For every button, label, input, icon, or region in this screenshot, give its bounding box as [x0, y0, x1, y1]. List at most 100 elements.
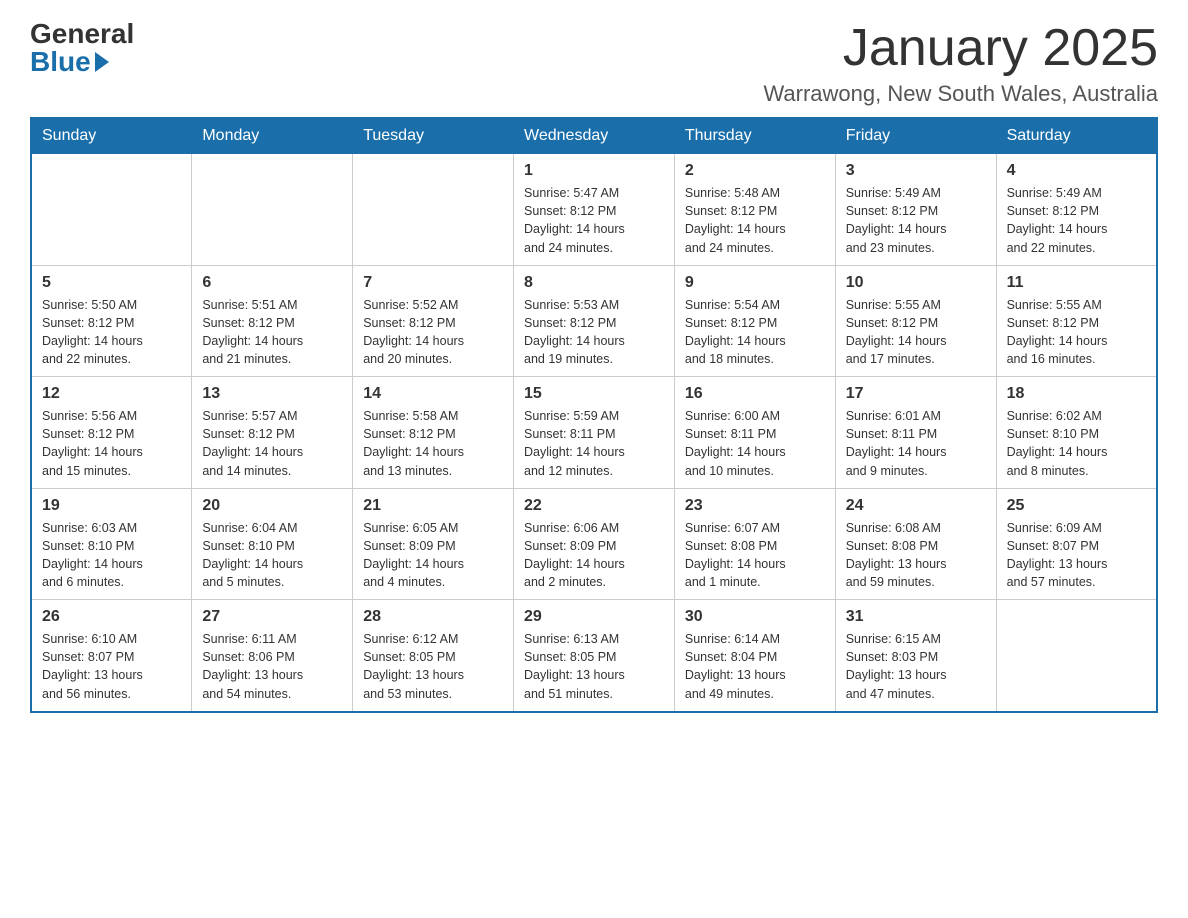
day-number: 14 [363, 385, 503, 403]
day-number: 28 [363, 608, 503, 626]
calendar-day-cell: 10 Sunrise: 5:55 AM Sunset: 8:12 PM Dayli… [835, 265, 996, 377]
day-number: 4 [1007, 162, 1146, 180]
day-info: Sunrise: 6:08 AM Sunset: 8:08 PM Dayligh… [846, 519, 986, 592]
calendar-day-cell: 25 Sunrise: 6:09 AM Sunset: 8:07 PM Dayli… [996, 488, 1157, 600]
week-row: 12 Sunrise: 5:56 AM Sunset: 8:12 PM Dayli… [31, 377, 1157, 489]
day-info: Sunrise: 6:14 AM Sunset: 8:04 PM Dayligh… [685, 630, 825, 703]
day-info: Sunrise: 6:04 AM Sunset: 8:10 PM Dayligh… [202, 519, 342, 592]
calendar-header: SundayMondayTuesdayWednesdayThursdayFrid… [31, 118, 1157, 154]
day-info: Sunrise: 5:59 AM Sunset: 8:11 PM Dayligh… [524, 407, 664, 480]
day-info: Sunrise: 6:05 AM Sunset: 8:09 PM Dayligh… [363, 519, 503, 592]
day-of-week-header: Monday [192, 118, 353, 154]
day-of-week-header: Friday [835, 118, 996, 154]
day-info: Sunrise: 6:07 AM Sunset: 8:08 PM Dayligh… [685, 519, 825, 592]
week-row: 19Sunrise: 6:03 AM Sunset: 8:10 PM Dayli… [31, 488, 1157, 600]
day-info: Sunrise: 6:01 AM Sunset: 8:11 PM Dayligh… [846, 407, 986, 480]
calendar-day-cell: 17Sunrise: 6:01 AM Sunset: 8:11 PM Dayli… [835, 377, 996, 489]
day-info: Sunrise: 6:15 AM Sunset: 8:03 PM Dayligh… [846, 630, 986, 703]
logo-general: General [30, 20, 134, 48]
calendar-day-cell: 24 Sunrise: 6:08 AM Sunset: 8:08 PM Dayli… [835, 488, 996, 600]
calendar-day-cell: 13 Sunrise: 5:57 AM Sunset: 8:12 PM Dayli… [192, 377, 353, 489]
page-header: General Blue January 2025 Warrawong, New… [30, 20, 1158, 107]
calendar-title: January 2025 [763, 20, 1158, 77]
day-number: 11 [1007, 274, 1146, 292]
day-number: 12 [42, 385, 181, 403]
calendar-day-cell: 5 Sunrise: 5:50 AM Sunset: 8:12 PM Daylig… [31, 265, 192, 377]
calendar-location: Warrawong, New South Wales, Australia [763, 81, 1158, 107]
calendar-day-cell: 30 Sunrise: 6:14 AM Sunset: 8:04 PM Dayli… [674, 600, 835, 712]
day-info: Sunrise: 6:06 AM Sunset: 8:09 PM Dayligh… [524, 519, 664, 592]
day-number: 25 [1007, 497, 1146, 515]
day-info: Sunrise: 6:11 AM Sunset: 8:06 PM Dayligh… [202, 630, 342, 703]
day-info: Sunrise: 5:49 AM Sunset: 8:12 PM Dayligh… [1007, 184, 1146, 257]
day-info: Sunrise: 6:10 AM Sunset: 8:07 PM Dayligh… [42, 630, 181, 703]
day-of-week-header: Sunday [31, 118, 192, 154]
calendar-day-cell [996, 600, 1157, 712]
week-row: 1Sunrise: 5:47 AM Sunset: 8:12 PM Daylig… [31, 154, 1157, 266]
day-info: Sunrise: 5:51 AM Sunset: 8:12 PM Dayligh… [202, 296, 342, 369]
calendar-day-cell: 7Sunrise: 5:52 AM Sunset: 8:12 PM Daylig… [353, 265, 514, 377]
calendar-day-cell: 14 Sunrise: 5:58 AM Sunset: 8:12 PM Dayli… [353, 377, 514, 489]
calendar-day-cell: 12 Sunrise: 5:56 AM Sunset: 8:12 PM Dayli… [31, 377, 192, 489]
day-of-week-header: Tuesday [353, 118, 514, 154]
calendar-day-cell: 6Sunrise: 5:51 AM Sunset: 8:12 PM Daylig… [192, 265, 353, 377]
day-info: Sunrise: 6:13 AM Sunset: 8:05 PM Dayligh… [524, 630, 664, 703]
day-number: 7 [363, 274, 503, 292]
day-number: 9 [685, 274, 825, 292]
logo-blue: Blue [30, 48, 109, 76]
calendar-day-cell: 4 Sunrise: 5:49 AM Sunset: 8:12 PM Daylig… [996, 154, 1157, 266]
day-number: 16 [685, 385, 825, 403]
day-info: Sunrise: 6:03 AM Sunset: 8:10 PM Dayligh… [42, 519, 181, 592]
day-number: 5 [42, 274, 181, 292]
day-info: Sunrise: 6:09 AM Sunset: 8:07 PM Dayligh… [1007, 519, 1146, 592]
calendar-day-cell [31, 154, 192, 266]
day-info: Sunrise: 5:55 AM Sunset: 8:12 PM Dayligh… [846, 296, 986, 369]
day-info: Sunrise: 5:54 AM Sunset: 8:12 PM Dayligh… [685, 296, 825, 369]
logo: General Blue [30, 20, 134, 76]
calendar-day-cell [353, 154, 514, 266]
calendar-day-cell: 27 Sunrise: 6:11 AM Sunset: 8:06 PM Dayli… [192, 600, 353, 712]
calendar-day-cell: 31 Sunrise: 6:15 AM Sunset: 8:03 PM Dayli… [835, 600, 996, 712]
day-number: 18 [1007, 385, 1146, 403]
day-of-week-header: Saturday [996, 118, 1157, 154]
calendar-table: SundayMondayTuesdayWednesdayThursdayFrid… [30, 117, 1158, 713]
day-number: 26 [42, 608, 181, 626]
day-number: 3 [846, 162, 986, 180]
logo-triangle-icon [95, 52, 109, 72]
day-number: 27 [202, 608, 342, 626]
calendar-day-cell [192, 154, 353, 266]
calendar-day-cell: 15 Sunrise: 5:59 AM Sunset: 8:11 PM Dayli… [514, 377, 675, 489]
calendar-day-cell: 23Sunrise: 6:07 AM Sunset: 8:08 PM Dayli… [674, 488, 835, 600]
day-info: Sunrise: 6:12 AM Sunset: 8:05 PM Dayligh… [363, 630, 503, 703]
calendar-day-cell: 2 Sunrise: 5:48 AM Sunset: 8:12 PM Daylig… [674, 154, 835, 266]
day-info: Sunrise: 5:57 AM Sunset: 8:12 PM Dayligh… [202, 407, 342, 480]
day-info: Sunrise: 5:49 AM Sunset: 8:12 PM Dayligh… [846, 184, 986, 257]
day-number: 8 [524, 274, 664, 292]
day-number: 13 [202, 385, 342, 403]
day-info: Sunrise: 5:55 AM Sunset: 8:12 PM Dayligh… [1007, 296, 1146, 369]
calendar-day-cell: 1Sunrise: 5:47 AM Sunset: 8:12 PM Daylig… [514, 154, 675, 266]
calendar-day-cell: 11 Sunrise: 5:55 AM Sunset: 8:12 PM Dayli… [996, 265, 1157, 377]
day-of-week-header: Thursday [674, 118, 835, 154]
calendar-day-cell: 21Sunrise: 6:05 AM Sunset: 8:09 PM Dayli… [353, 488, 514, 600]
calendar-day-cell: 26 Sunrise: 6:10 AM Sunset: 8:07 PM Dayli… [31, 600, 192, 712]
day-number: 2 [685, 162, 825, 180]
calendar-day-cell: 19Sunrise: 6:03 AM Sunset: 8:10 PM Dayli… [31, 488, 192, 600]
day-info: Sunrise: 5:50 AM Sunset: 8:12 PM Dayligh… [42, 296, 181, 369]
calendar-day-cell: 29Sunrise: 6:13 AM Sunset: 8:05 PM Dayli… [514, 600, 675, 712]
calendar-day-cell: 8 Sunrise: 5:53 AM Sunset: 8:12 PM Daylig… [514, 265, 675, 377]
day-number: 31 [846, 608, 986, 626]
day-number: 15 [524, 385, 664, 403]
calendar-day-cell: 18Sunrise: 6:02 AM Sunset: 8:10 PM Dayli… [996, 377, 1157, 489]
day-info: Sunrise: 5:48 AM Sunset: 8:12 PM Dayligh… [685, 184, 825, 257]
calendar-day-cell: 9 Sunrise: 5:54 AM Sunset: 8:12 PM Daylig… [674, 265, 835, 377]
day-number: 10 [846, 274, 986, 292]
day-info: Sunrise: 5:56 AM Sunset: 8:12 PM Dayligh… [42, 407, 181, 480]
day-info: Sunrise: 5:58 AM Sunset: 8:12 PM Dayligh… [363, 407, 503, 480]
day-info: Sunrise: 5:53 AM Sunset: 8:12 PM Dayligh… [524, 296, 664, 369]
calendar-day-cell: 3 Sunrise: 5:49 AM Sunset: 8:12 PM Daylig… [835, 154, 996, 266]
calendar-day-cell: 16Sunrise: 6:00 AM Sunset: 8:11 PM Dayli… [674, 377, 835, 489]
day-number: 24 [846, 497, 986, 515]
calendar-day-cell: 28 Sunrise: 6:12 AM Sunset: 8:05 PM Dayli… [353, 600, 514, 712]
day-number: 30 [685, 608, 825, 626]
